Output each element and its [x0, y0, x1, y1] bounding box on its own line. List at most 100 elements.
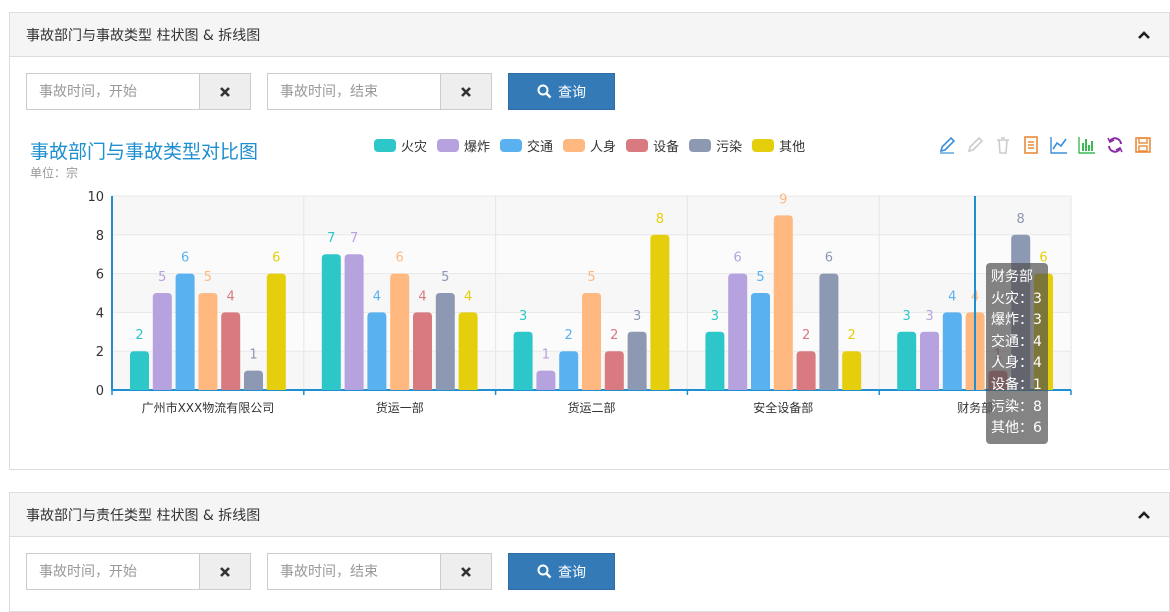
bar	[344, 254, 364, 390]
tooltip-title: 财务部	[991, 269, 1033, 285]
bar	[897, 331, 917, 390]
data-label: 5	[158, 270, 166, 285]
x-tick-label: 货运一部	[376, 400, 424, 415]
start-date-input[interactable]	[26, 553, 199, 590]
data-label: 3	[519, 309, 527, 324]
filter-bar-2: 查询	[26, 553, 615, 590]
data-label: 6	[181, 251, 189, 266]
bar	[559, 351, 579, 390]
bar	[175, 273, 195, 390]
tooltip-line: 人身：4	[991, 355, 1042, 372]
search-icon	[537, 564, 552, 579]
bar	[266, 273, 286, 390]
tooltip-line: 交通：4	[991, 333, 1042, 350]
x-tick-label: 安全设备部	[753, 400, 813, 415]
data-label: 1	[249, 348, 257, 363]
bar	[796, 351, 816, 390]
start-date-group	[26, 553, 251, 590]
data-label: 3	[903, 309, 911, 324]
bar	[842, 351, 862, 390]
bar	[367, 312, 387, 390]
bar	[536, 370, 556, 390]
panel-header: 事故部门与责任类型 柱状图 & 拆线图	[10, 493, 1169, 537]
data-label: 4	[418, 289, 426, 304]
bar	[920, 331, 939, 390]
bar	[221, 312, 241, 390]
data-label: 2	[848, 328, 856, 343]
tooltip-line: 爆炸：3	[991, 312, 1042, 329]
bar	[942, 312, 962, 390]
bar	[198, 293, 218, 390]
bar	[321, 254, 341, 390]
bar	[819, 273, 839, 390]
data-label: 2	[802, 328, 810, 343]
data-label: 6	[272, 251, 280, 266]
y-tick-label: 0	[96, 384, 104, 399]
data-label: 6	[396, 251, 404, 266]
bar	[390, 273, 410, 390]
bar	[627, 331, 647, 390]
y-tick-label: 4	[96, 306, 104, 321]
bar	[458, 312, 478, 390]
bar	[152, 293, 172, 390]
clear-end-button[interactable]	[440, 553, 492, 590]
query-button[interactable]: 查询	[508, 553, 615, 590]
data-label: 3	[711, 309, 719, 324]
y-tick-label: 8	[96, 229, 104, 244]
chart-panel-2: 事故部门与责任类型 柱状图 & 拆线图	[9, 492, 1170, 612]
bar	[751, 293, 770, 390]
data-label: 3	[633, 309, 641, 324]
data-label: 5	[441, 270, 449, 285]
data-label: 2	[565, 328, 573, 343]
data-label: 9	[779, 192, 787, 207]
y-tick-label: 6	[96, 268, 104, 283]
data-label: 4	[948, 289, 956, 304]
chart-tooltip: 财务部 火灾：3 爆炸：3 交通：4 人身：4 设备：1 污染：8 其他：6	[986, 263, 1048, 444]
bar	[582, 293, 601, 390]
close-icon	[461, 566, 471, 577]
data-label: 5	[587, 270, 595, 285]
tooltip-line: 其他：6	[991, 420, 1042, 437]
tooltip-line: 火灾：3	[991, 290, 1042, 307]
end-date-group	[267, 553, 492, 590]
chevron-up-icon[interactable]	[1135, 506, 1153, 524]
tooltip-line: 设备：1	[991, 376, 1042, 393]
data-label: 5	[204, 270, 212, 285]
data-label: 3	[925, 309, 933, 324]
data-label: 5	[756, 270, 764, 285]
data-label: 8	[1017, 212, 1025, 227]
tooltip-line: 污染：8	[991, 398, 1042, 415]
bar	[244, 370, 263, 390]
bar	[604, 351, 624, 390]
bar	[513, 331, 533, 390]
bar	[773, 215, 793, 390]
data-label: 7	[327, 231, 335, 246]
close-icon	[220, 566, 230, 577]
data-label: 4	[464, 289, 472, 304]
bar	[705, 331, 725, 390]
data-label: 6	[825, 251, 833, 266]
bar	[728, 273, 748, 390]
data-label: 2	[610, 328, 618, 343]
data-label: 2	[135, 328, 143, 343]
x-tick-label: 广州市XXX物流有限公司	[142, 400, 275, 415]
bar	[130, 351, 149, 390]
clear-start-button[interactable]	[199, 553, 251, 590]
data-label: 4	[373, 289, 381, 304]
bar	[650, 234, 670, 390]
data-label: 7	[350, 231, 358, 246]
bar	[413, 312, 432, 390]
query-button-label: 查询	[558, 563, 586, 580]
bar	[435, 293, 455, 390]
data-label: 4	[227, 289, 235, 304]
grid-band	[112, 234, 1071, 274]
data-label: 8	[656, 212, 664, 227]
data-label: 1	[542, 348, 550, 363]
end-date-input[interactable]	[267, 553, 440, 590]
grid-band	[112, 196, 1071, 235]
x-tick-label: 货运二部	[567, 400, 615, 415]
panel-title: 事故部门与责任类型 柱状图 & 拆线图	[26, 507, 261, 524]
y-tick-label: 2	[96, 345, 104, 360]
y-tick-label: 10	[87, 190, 104, 205]
data-label: 6	[734, 251, 742, 266]
